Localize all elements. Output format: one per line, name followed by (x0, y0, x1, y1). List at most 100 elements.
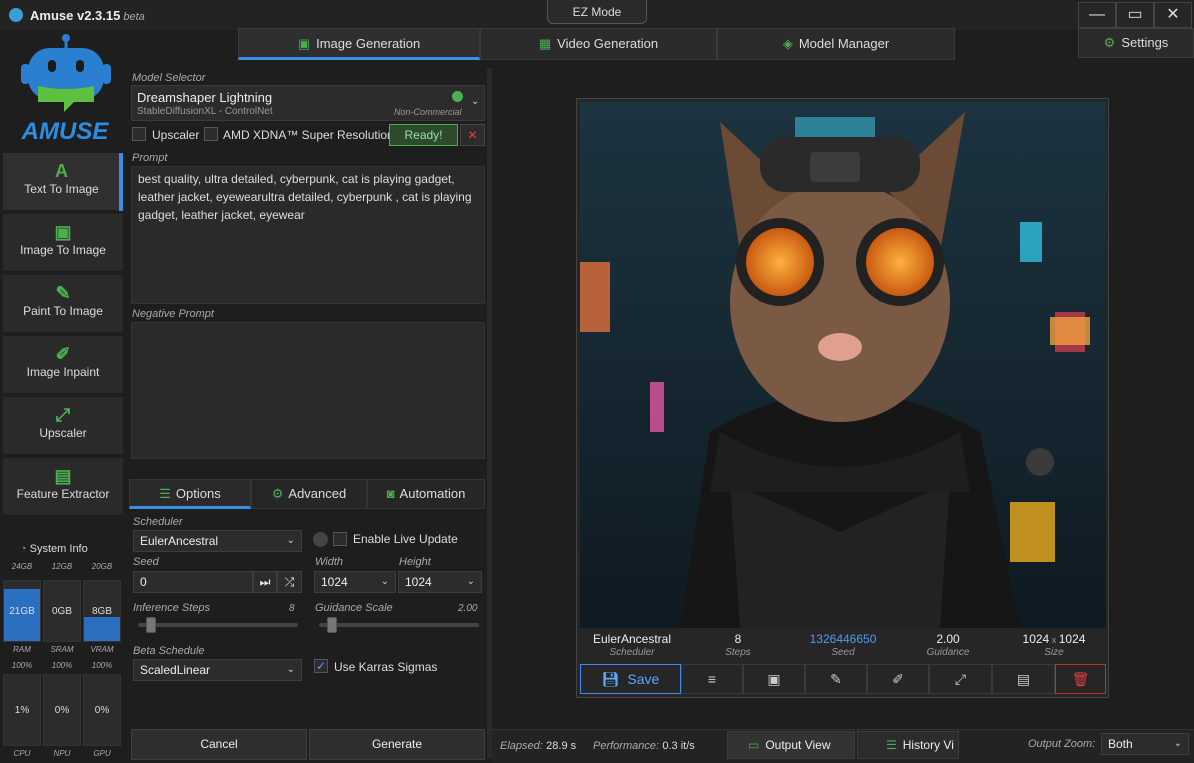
steps-slider[interactable] (138, 623, 298, 627)
chevron-down-icon: ⌄ (286, 664, 295, 675)
beta-label: beta (123, 11, 145, 23)
steps-label: Inference Steps (133, 602, 211, 614)
upscaler-checkbox[interactable] (132, 127, 146, 144)
chevron-down-icon: ⌄ (286, 535, 295, 546)
tab-advanced[interactable]: ⚙ Advanced (251, 479, 367, 509)
gallery-icon: ▤ (1016, 671, 1031, 687)
guidance-slider-thumb[interactable] (327, 617, 337, 633)
text-icon: A (55, 161, 68, 181)
chevron-down-icon[interactable]: ⌄ (471, 96, 479, 107)
live-update-checkbox[interactable] (333, 532, 347, 549)
negative-prompt-label: Negative Prompt (132, 308, 214, 320)
tab-model-manager[interactable]: ◈ Model Manager (717, 28, 955, 60)
model-type: StableDiffusionXL - ControlNet (137, 106, 273, 117)
guidance-slider[interactable] (319, 623, 479, 627)
nav-upscaler[interactable]: ⤢ Upscaler (3, 397, 123, 455)
nav-image-inpaint[interactable]: ✐ Image Inpaint (3, 336, 123, 394)
height-select[interactable]: 1024 ⌄ (398, 571, 482, 593)
tab-options[interactable]: ☰ Options (129, 479, 251, 509)
height-label: Height (399, 556, 431, 568)
width-select[interactable]: 1024 ⌄ (314, 571, 396, 593)
ready-button[interactable]: Ready! (389, 124, 458, 146)
robot-icon: ◙ (386, 486, 395, 501)
monitor-icon: ▭ (748, 738, 760, 752)
npu-meter: 0% (43, 674, 81, 746)
output-zoom-label: Output Zoom: (1028, 738, 1096, 750)
negative-prompt-input[interactable] (131, 322, 485, 459)
maximize-button[interactable]: ▭ (1116, 2, 1154, 28)
tab-image-generation[interactable]: ▣ Image Generation (238, 28, 480, 60)
nav-feature-extractor[interactable]: ▤ Feature Extractor (3, 458, 123, 516)
meta-size-value: 1024 x 1024 (1022, 632, 1086, 646)
model-license: Non-Commercial (394, 107, 462, 117)
steps-value: 8 (289, 603, 295, 614)
send-to-paint-button[interactable]: ✎ (805, 664, 867, 694)
save-icon: 💾︎ (601, 671, 620, 687)
meta-guidance-value: 2.00 (936, 632, 960, 646)
nav-text-to-image[interactable]: A Text To Image (3, 153, 123, 211)
generated-image[interactable] (580, 102, 1106, 628)
prompt-label: Prompt (132, 152, 168, 164)
nav-paint-to-image[interactable]: ✎ Paint To Image (3, 275, 123, 333)
steps-slider-thumb[interactable] (146, 617, 156, 633)
app-icon (9, 8, 23, 22)
ez-mode-button[interactable]: EZ Mode (547, 0, 647, 24)
image-icon: ▣ (297, 36, 311, 51)
image-icon: ▣ (767, 671, 781, 687)
generate-button[interactable]: Generate (309, 729, 485, 760)
scheduler-select[interactable]: EulerAncestral ⌄ (133, 530, 302, 552)
xdna-checkbox[interactable] (204, 127, 218, 144)
cpu-total: 100% (11, 661, 33, 670)
tab-automation[interactable]: ◙ Automation (367, 479, 485, 509)
details-button[interactable]: ≡ (681, 664, 743, 694)
check-icon: ✓ (314, 659, 328, 673)
cancel-button[interactable]: Cancel (131, 729, 307, 760)
send-to-extractor-button[interactable]: ▤ (992, 664, 1055, 694)
output-view-button[interactable]: ▭ Output View (727, 731, 855, 759)
prompt-accent (119, 153, 122, 211)
sram-label: SRAM (50, 645, 74, 654)
sram-meter: 0GB (43, 580, 81, 642)
npu-total: 100% (51, 661, 73, 670)
beta-schedule-select[interactable]: ScaledLinear ⌄ (133, 659, 302, 681)
app-title: Amuse v2.3.15 beta (30, 8, 145, 23)
prompt-input[interactable]: best quality, ultra detailed, cyberpunk,… (131, 166, 485, 304)
sram-total: 12GB (51, 562, 73, 571)
meta-seed-value[interactable]: 1326446650 (798, 632, 888, 646)
beta-schedule-label: Beta Schedule (133, 645, 205, 657)
delete-button[interactable]: 🗑︎ (1055, 664, 1106, 694)
settings-button[interactable]: ⚙ Settings (1078, 28, 1194, 58)
close-window-button[interactable]: ✕ (1154, 2, 1192, 28)
cpu-meter: 1% (3, 674, 41, 746)
tab-video-generation[interactable]: ▦ Video Generation (480, 28, 717, 60)
send-to-inpaint-button[interactable]: ✐ (867, 664, 929, 694)
seed-fixed-button[interactable]: ⏭ (253, 571, 277, 593)
trash-icon: 🗑︎ (1071, 671, 1090, 687)
meta-steps-value: 8 (734, 632, 742, 646)
nav-image-to-image[interactable]: ▣ Image To Image (3, 214, 123, 272)
unload-model-button[interactable]: ✕ (460, 124, 485, 146)
chevron-down-icon: ⌄ (380, 576, 389, 587)
vram-label: VRAM (90, 645, 114, 654)
output-zoom-select[interactable]: Both ⌄ (1101, 733, 1189, 755)
send-to-image-button[interactable]: ▣ (743, 664, 805, 694)
npu-label: NPU (53, 749, 71, 758)
gpu-total: 100% (91, 661, 113, 670)
sliders-icon: ☰ (159, 486, 171, 501)
shuffle-icon: ⤮ (284, 575, 295, 589)
edit-icon: ✐ (892, 671, 904, 687)
karras-checkbox[interactable]: ✓ (314, 659, 328, 673)
expand-icon: ⤢ (55, 405, 71, 425)
seed-random-button[interactable]: ⤮ (277, 571, 302, 593)
history-view-button[interactable]: ☰ History Vi (857, 731, 959, 759)
vram-total: 20GB (91, 562, 113, 571)
save-button[interactable]: 💾︎ Save (580, 664, 681, 694)
minimize-button[interactable]: — (1078, 2, 1116, 28)
vram-meter: 8GB (83, 580, 121, 642)
film-icon: ▦ (538, 36, 552, 51)
panel-splitter[interactable] (487, 68, 492, 758)
send-to-upscaler-button[interactable]: ⤢ (929, 664, 992, 694)
seed-input[interactable]: 0 (133, 571, 253, 593)
gallery-icon: ▤ (54, 466, 72, 486)
gpu-label: GPU (93, 749, 111, 758)
